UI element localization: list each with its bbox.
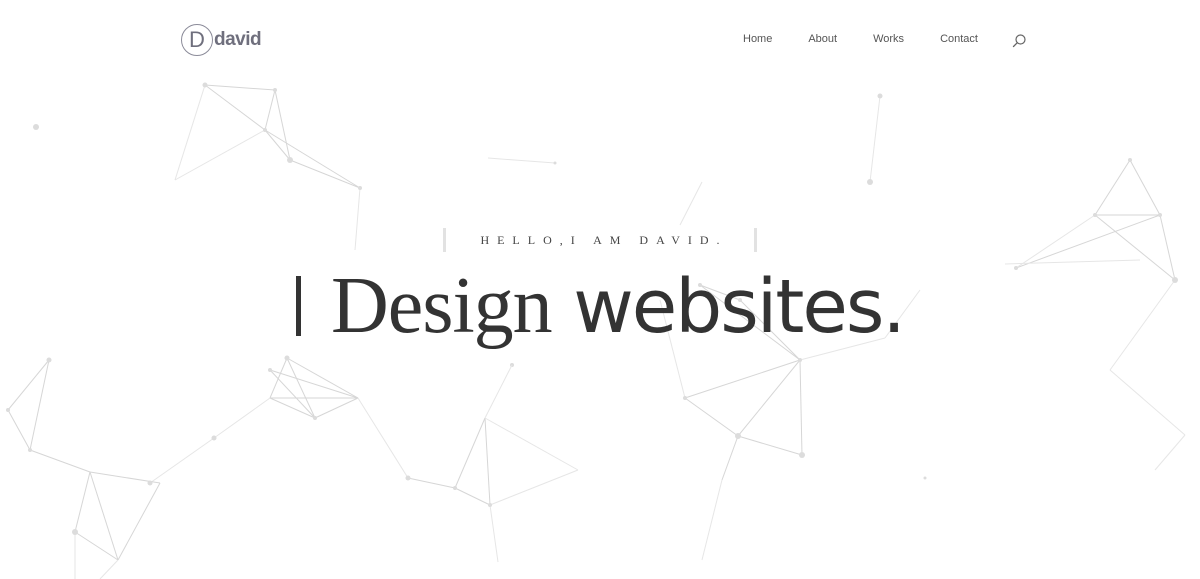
- hero-section: HELLO,I AM DAVID. Design websites.: [0, 0, 1200, 579]
- tagline-block: HELLO,I AM DAVID.: [443, 228, 757, 252]
- site-logo[interactable]: D david: [181, 24, 262, 56]
- nav-item-contact[interactable]: Contact: [940, 33, 978, 45]
- typing-cursor: [296, 276, 302, 336]
- hero-tagline: HELLO,I AM DAVID.: [480, 233, 728, 247]
- nav-item-works[interactable]: Works: [873, 33, 904, 45]
- headline-serif-word: Design: [331, 262, 553, 350]
- logo-mark: D: [181, 24, 213, 56]
- headline-sans-word: websites.: [552, 264, 906, 350]
- logo-wordmark: david: [214, 29, 262, 50]
- site-header: D david Home About Works Contact: [0, 0, 1200, 84]
- main-nav: Home About Works Contact: [743, 33, 1014, 45]
- tagline-right-bar: [754, 228, 757, 252]
- search-icon[interactable]: [1011, 33, 1027, 49]
- hero-headline: Design websites.: [0, 255, 1200, 357]
- nav-item-about[interactable]: About: [808, 33, 837, 45]
- nav-item-home[interactable]: Home: [743, 33, 772, 45]
- headline-sans-text: websites.: [573, 264, 906, 350]
